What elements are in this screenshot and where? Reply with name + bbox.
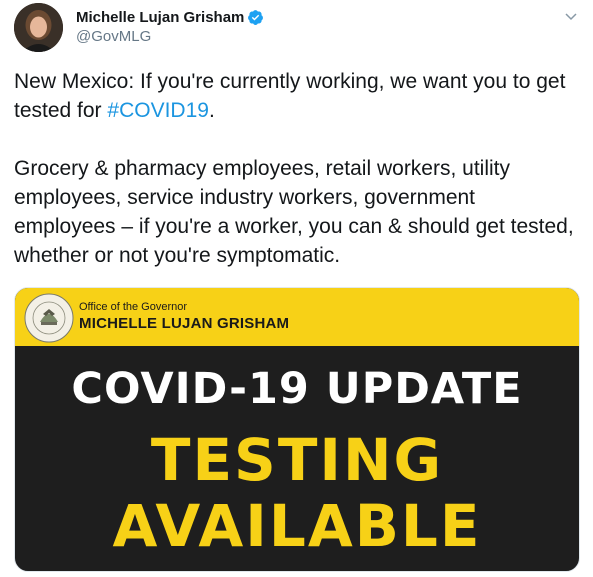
tweet-paragraph-2: Grocery & pharmacy employees, retail wor…	[14, 157, 574, 267]
display-name[interactable]: Michelle Lujan Grisham	[76, 9, 244, 26]
author-block: Michelle Lujan Grisham @GovMLG	[76, 7, 264, 45]
tweet-card: Michelle Lujan Grisham @GovMLG New Mexic…	[0, 0, 593, 577]
avatar[interactable]	[14, 3, 63, 52]
handle[interactable]: @GovMLG	[76, 28, 264, 45]
state-seal-icon	[23, 292, 75, 344]
tweet-text: New Mexico: If you're currently working,…	[14, 67, 579, 270]
media-headline-testing: TESTING	[150, 426, 444, 494]
tweet-paragraph-1: New Mexico: If you're currently working,…	[14, 67, 579, 125]
tweet-text-part: .	[208, 99, 215, 122]
media-banner: Office of the Governor MICHELLE LUJAN GR…	[15, 288, 579, 346]
chevron-down-icon[interactable]	[563, 8, 579, 24]
name-row: Michelle Lujan Grisham	[76, 7, 264, 27]
media-headline-available: AVAILABLE	[112, 492, 482, 560]
office-label: Office of the Governor	[79, 301, 188, 313]
tweet-text-part: New Mexico: If you're currently working,…	[14, 70, 566, 122]
hashtag-link[interactable]: #COVID19	[107, 99, 209, 122]
verified-badge-icon	[247, 9, 264, 26]
media-headline-update: COVID-19 UPDATE	[71, 364, 523, 414]
media-image[interactable]: Office of the Governor MICHELLE LUJAN GR…	[14, 287, 580, 572]
office-name: MICHELLE LUJAN GRISHAM	[79, 315, 290, 332]
